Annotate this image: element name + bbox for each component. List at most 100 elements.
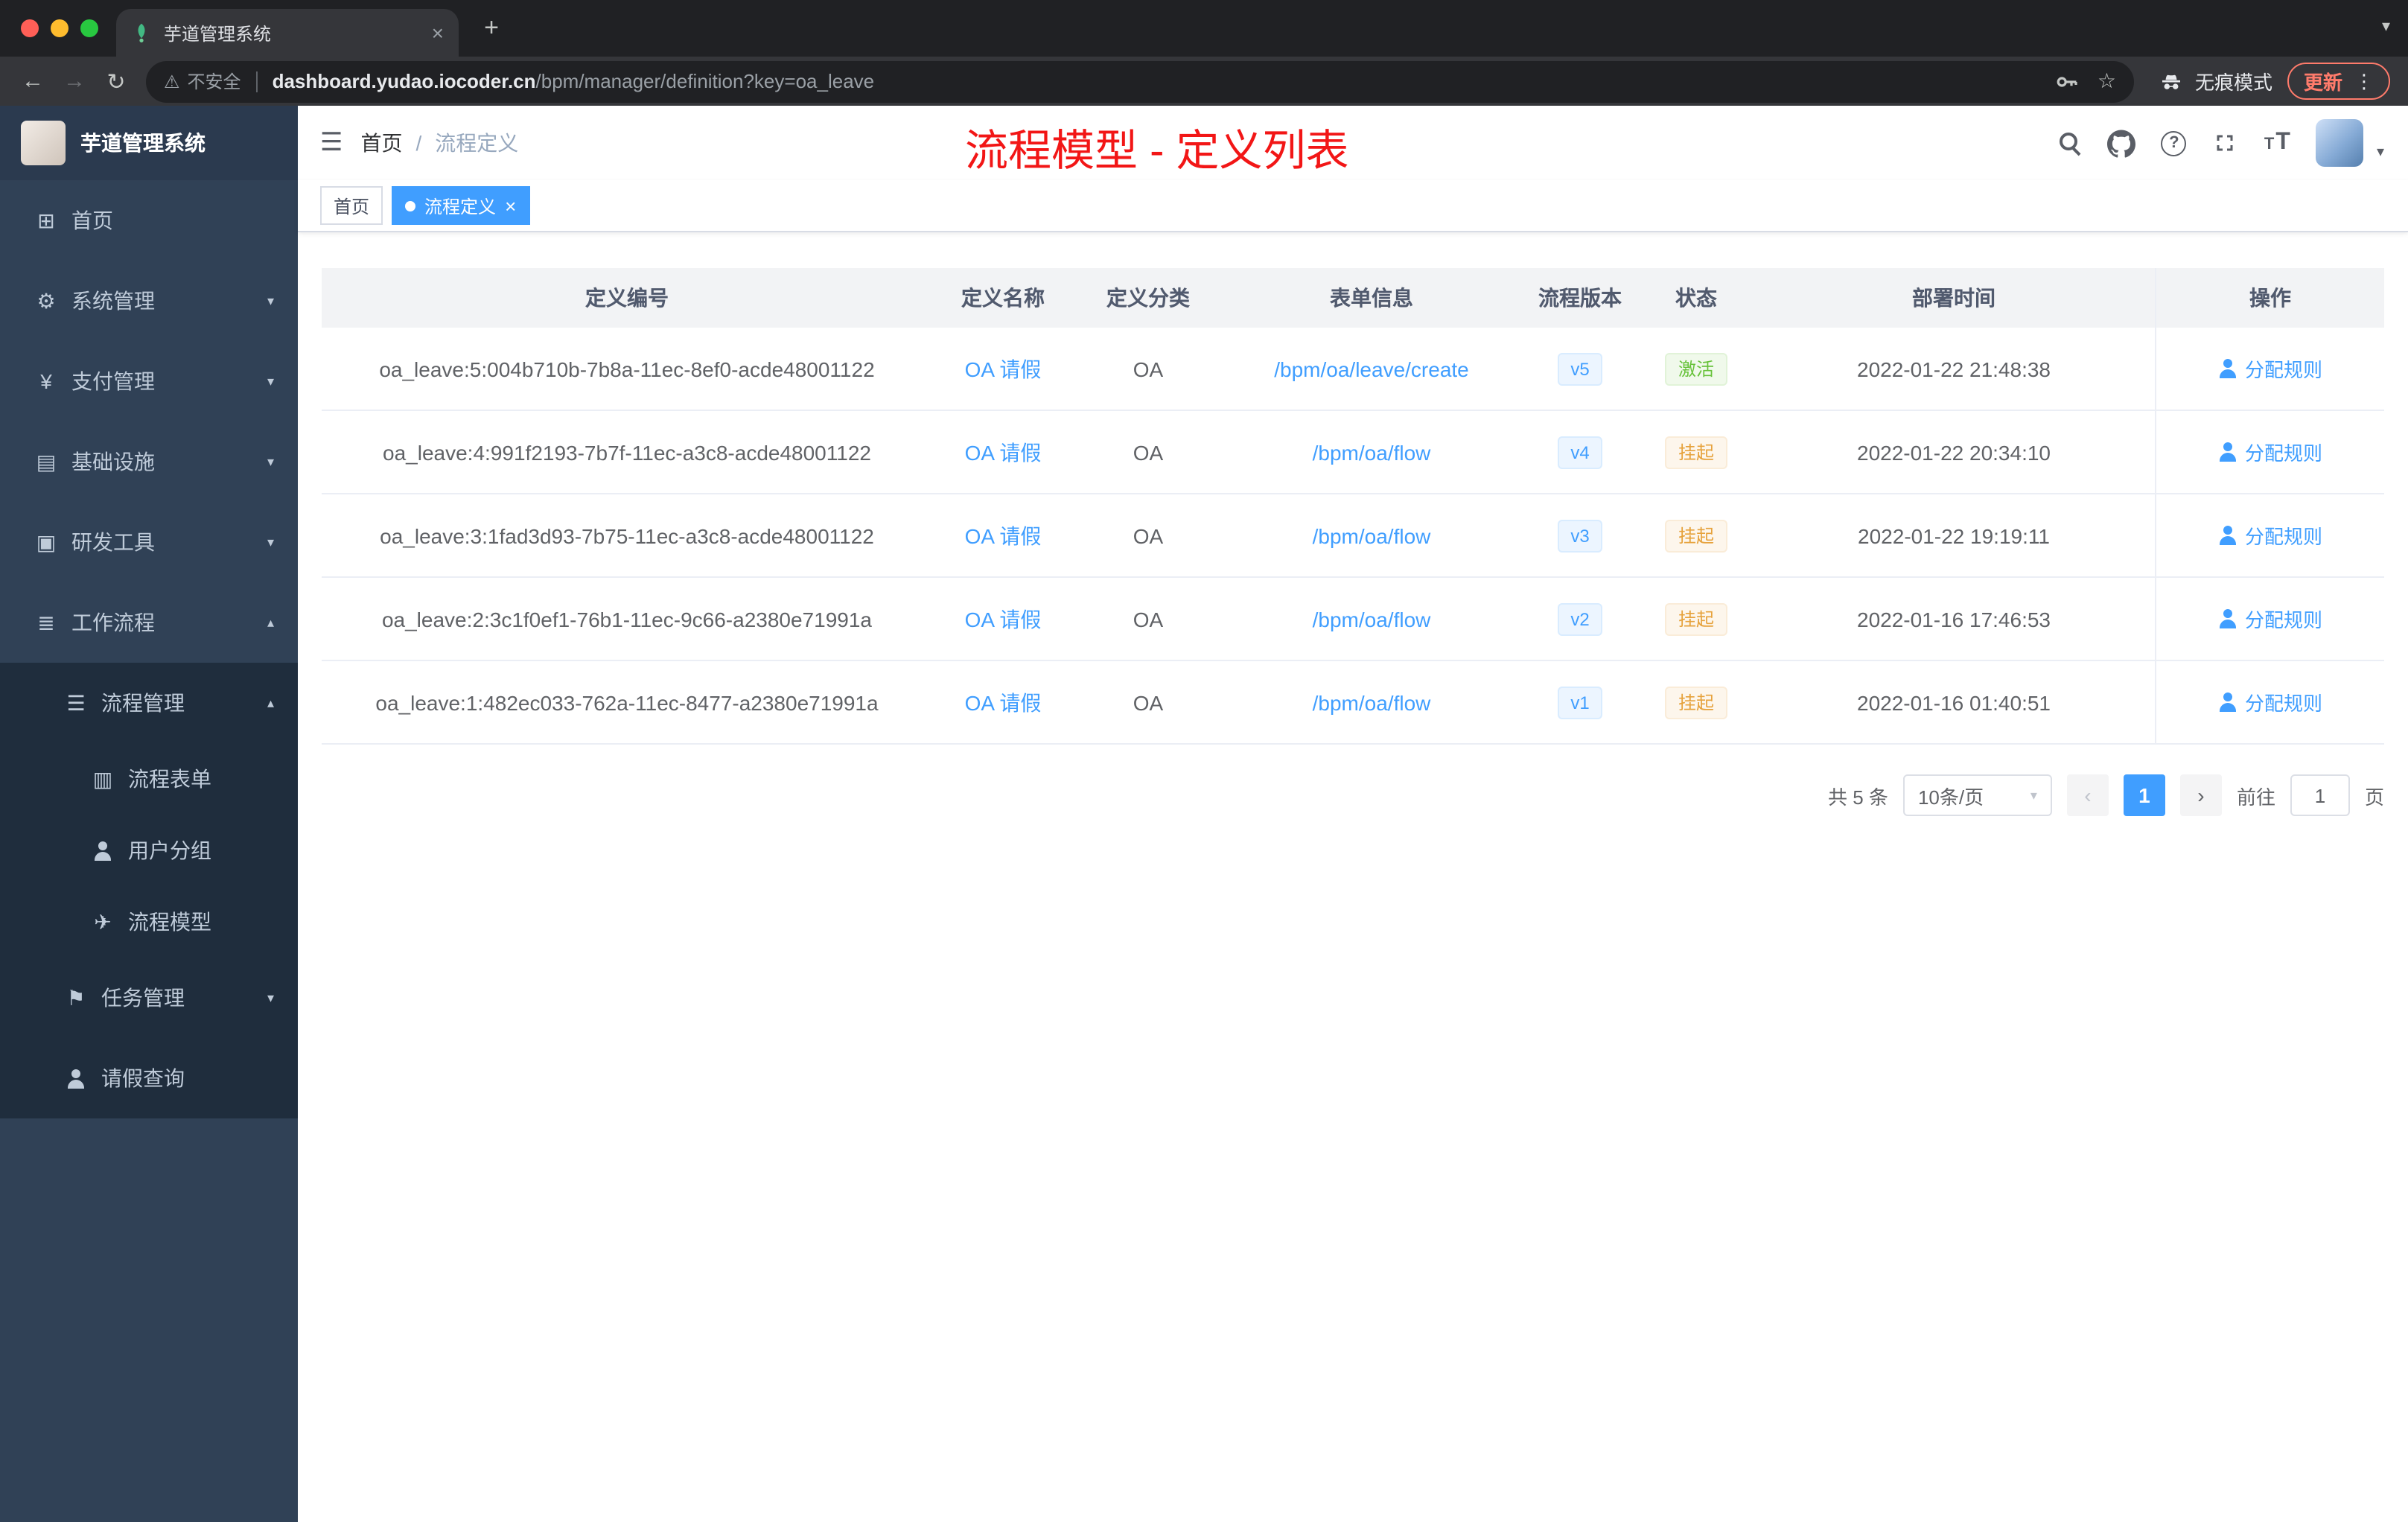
active-tag-dot xyxy=(405,200,416,211)
sidebar-item-process-model[interactable]: ✈ 流程模型 xyxy=(0,886,298,958)
forward-button[interactable]: → xyxy=(54,60,95,102)
assign-rule-label: 分配规则 xyxy=(2244,359,2322,381)
avatar[interactable] xyxy=(2315,119,2363,167)
app-logo[interactable]: 芋道管理系统 xyxy=(0,106,298,180)
page-size-value: 10条/页 xyxy=(1917,786,1984,808)
pagination-total: 共 5 条 xyxy=(1828,786,1888,808)
sidebar-item-leave-query[interactable]: 请假查询 xyxy=(0,1038,298,1118)
status-tag: 挂起 xyxy=(1664,602,1727,635)
update-browser-button[interactable]: 更新 ⋮ xyxy=(2287,63,2390,100)
assign-rule-label: 分配规则 xyxy=(2244,442,2322,465)
sidebar-item-workflow[interactable]: ≣ 工作流程 ▴ xyxy=(0,582,298,663)
goto-unit-label: 页 xyxy=(2364,786,2384,808)
definition-name-link[interactable]: OA 请假 xyxy=(965,437,1042,467)
address-bar[interactable]: ⚠ 不安全 dashboard.yudao.iocoder.cn/bpm/man… xyxy=(146,60,2134,102)
paper-plane-icon: ✈ xyxy=(94,909,112,933)
sidebar: 芋道管理系统 ⊞ 首页 ⚙ 系统管理 ▾ ¥ 支付管理 ▾ ▤ 基础设施 ▾ ▣… xyxy=(0,106,298,1522)
assign-rule-link[interactable]: 分配规则 xyxy=(2218,688,2322,716)
chevron-down-icon: ▾ xyxy=(267,453,274,468)
definition-category: OA xyxy=(1133,607,1164,631)
status-tag: 挂起 xyxy=(1664,686,1727,719)
person-icon xyxy=(2218,359,2237,378)
sidebar-item-payment[interactable]: ¥ 支付管理 ▾ xyxy=(0,341,298,421)
tab-close-icon[interactable]: × xyxy=(432,21,444,45)
sidebar-item-infrastructure[interactable]: ▤ 基础设施 ▾ xyxy=(0,421,298,502)
url-path: /bpm/manager/definition?key=oa_leave xyxy=(535,70,875,92)
definition-name-link[interactable]: OA 请假 xyxy=(965,604,1042,634)
assign-rule-link[interactable]: 分配规则 xyxy=(2218,521,2322,550)
form-info-link[interactable]: /bpm/oa/flow xyxy=(1313,607,1431,631)
sidebar-item-label: 研发工具 xyxy=(71,530,155,554)
page-number-button[interactable]: 1 xyxy=(2123,774,2165,816)
font-size-icon[interactable]: TT xyxy=(2264,130,2290,156)
sidebar-item-process-management[interactable]: ☰ 流程管理 ▴ xyxy=(0,663,298,743)
tab-search-chevron-icon[interactable]: ▾ xyxy=(2382,16,2390,36)
prev-page-button[interactable]: ‹ xyxy=(2066,774,2109,816)
definition-name-link[interactable]: OA 请假 xyxy=(965,687,1042,717)
table-header: 定义编号 定义名称 定义分类 表单信息 流程版本 状态 部署时间 操作 xyxy=(322,268,2384,328)
tag-close-icon[interactable]: × xyxy=(505,196,516,215)
github-icon[interactable] xyxy=(2107,129,2136,157)
definition-name-link[interactable]: OA 请假 xyxy=(965,354,1042,383)
sidebar-item-system[interactable]: ⚙ 系统管理 ▾ xyxy=(0,261,298,341)
sidebar-item-home[interactable]: ⊞ 首页 xyxy=(0,180,298,261)
assign-rule-link[interactable]: 分配规则 xyxy=(2218,438,2322,466)
reload-button[interactable]: ↻ xyxy=(95,60,137,102)
incognito-label: 无痕模式 xyxy=(2194,71,2272,94)
table-row: oa_leave:2:3c1f0ef1-76b1-11ec-9c66-a2380… xyxy=(322,578,2384,661)
security-label[interactable]: 不安全 xyxy=(188,69,241,94)
new-tab-button[interactable]: + xyxy=(474,10,509,46)
bookmark-star-icon[interactable]: ☆ xyxy=(2098,69,2116,94)
definition-id: oa_leave:1:482ec033-762a-11ec-8477-a2380… xyxy=(375,690,879,714)
list-icon: ☰ xyxy=(66,690,86,714)
assign-rule-label: 分配规则 xyxy=(2244,609,2322,631)
fullscreen-icon[interactable] xyxy=(2212,130,2239,156)
page-annotation: 流程模型 - 定义列表 xyxy=(965,128,1349,176)
deploy-time: 2022-01-22 21:48:38 xyxy=(1857,357,2051,380)
deploy-time: 2022-01-16 01:40:51 xyxy=(1857,690,2051,714)
page-size-select[interactable]: 10条/页 ▾ xyxy=(1902,774,2052,816)
form-info-link[interactable]: /bpm/oa/flow xyxy=(1313,690,1431,714)
definition-id: oa_leave:3:1fad3d93-7b75-11ec-a3c8-acde4… xyxy=(380,523,874,547)
assign-rule-link[interactable]: 分配规则 xyxy=(2218,605,2322,633)
toolbox-icon: ▣ xyxy=(36,529,57,553)
help-icon[interactable]: ? xyxy=(2161,130,2187,156)
tag-home[interactable]: 首页 xyxy=(320,186,383,225)
search-icon[interactable] xyxy=(2059,131,2083,155)
form-info-link[interactable]: /bpm/oa/flow xyxy=(1313,440,1431,464)
browser-menu-icon[interactable]: ⋮ xyxy=(2354,69,2374,93)
window-zoom-button[interactable] xyxy=(80,19,98,37)
sidebar-item-task-management[interactable]: ⚑ 任务管理 ▾ xyxy=(0,958,298,1038)
column-header: 定义编号 xyxy=(585,286,669,310)
back-button[interactable]: ← xyxy=(12,60,54,102)
window-minimize-button[interactable] xyxy=(51,19,69,37)
document-icon: ▥ xyxy=(92,766,113,790)
breadcrumb-separator: / xyxy=(415,131,422,155)
hamburger-icon[interactable]: ☰ xyxy=(298,128,361,158)
sidebar-item-user-group[interactable]: 用户分组 xyxy=(0,815,298,886)
version-tag: v5 xyxy=(1557,352,1603,385)
goto-page-input[interactable] xyxy=(2290,774,2350,816)
window-close-button[interactable] xyxy=(21,19,39,37)
table-body: oa_leave:5:004b710b-7b8a-11ec-8ef0-acde4… xyxy=(322,328,2384,745)
next-page-button[interactable]: › xyxy=(2179,774,2222,816)
sidebar-item-process-form[interactable]: ▥ 流程表单 xyxy=(0,743,298,815)
definition-name-link[interactable]: OA 请假 xyxy=(965,520,1042,550)
sidebar-item-label: 请假查询 xyxy=(101,1066,185,1090)
person-icon xyxy=(2218,442,2237,462)
definition-id: oa_leave:2:3c1f0ef1-76b1-11ec-9c66-a2380… xyxy=(381,607,872,631)
sidebar-item-label: 任务管理 xyxy=(101,986,185,1010)
tag-process-definition[interactable]: 流程定义 × xyxy=(392,186,530,225)
chevron-up-icon: ▴ xyxy=(267,695,274,710)
definition-id: oa_leave:4:991f2193-7b7f-11ec-a3c8-acde4… xyxy=(383,440,871,464)
breadcrumb-home-link[interactable]: 首页 xyxy=(361,128,403,158)
form-info-link[interactable]: /bpm/oa/flow xyxy=(1313,523,1431,547)
sidebar-item-devtools[interactable]: ▣ 研发工具 ▾ xyxy=(0,502,298,582)
assign-rule-link[interactable]: 分配规则 xyxy=(2218,354,2322,383)
form-info-link[interactable]: /bpm/oa/leave/create xyxy=(1274,357,1469,380)
breadcrumb-current: 流程定义 xyxy=(435,131,519,155)
browser-tab[interactable]: 芋道管理系统 × xyxy=(116,9,459,57)
password-key-icon[interactable] xyxy=(2056,69,2080,93)
navbar-actions: ? TT ▾ xyxy=(2059,119,2408,167)
chevron-down-icon[interactable]: ▾ xyxy=(2377,144,2384,167)
